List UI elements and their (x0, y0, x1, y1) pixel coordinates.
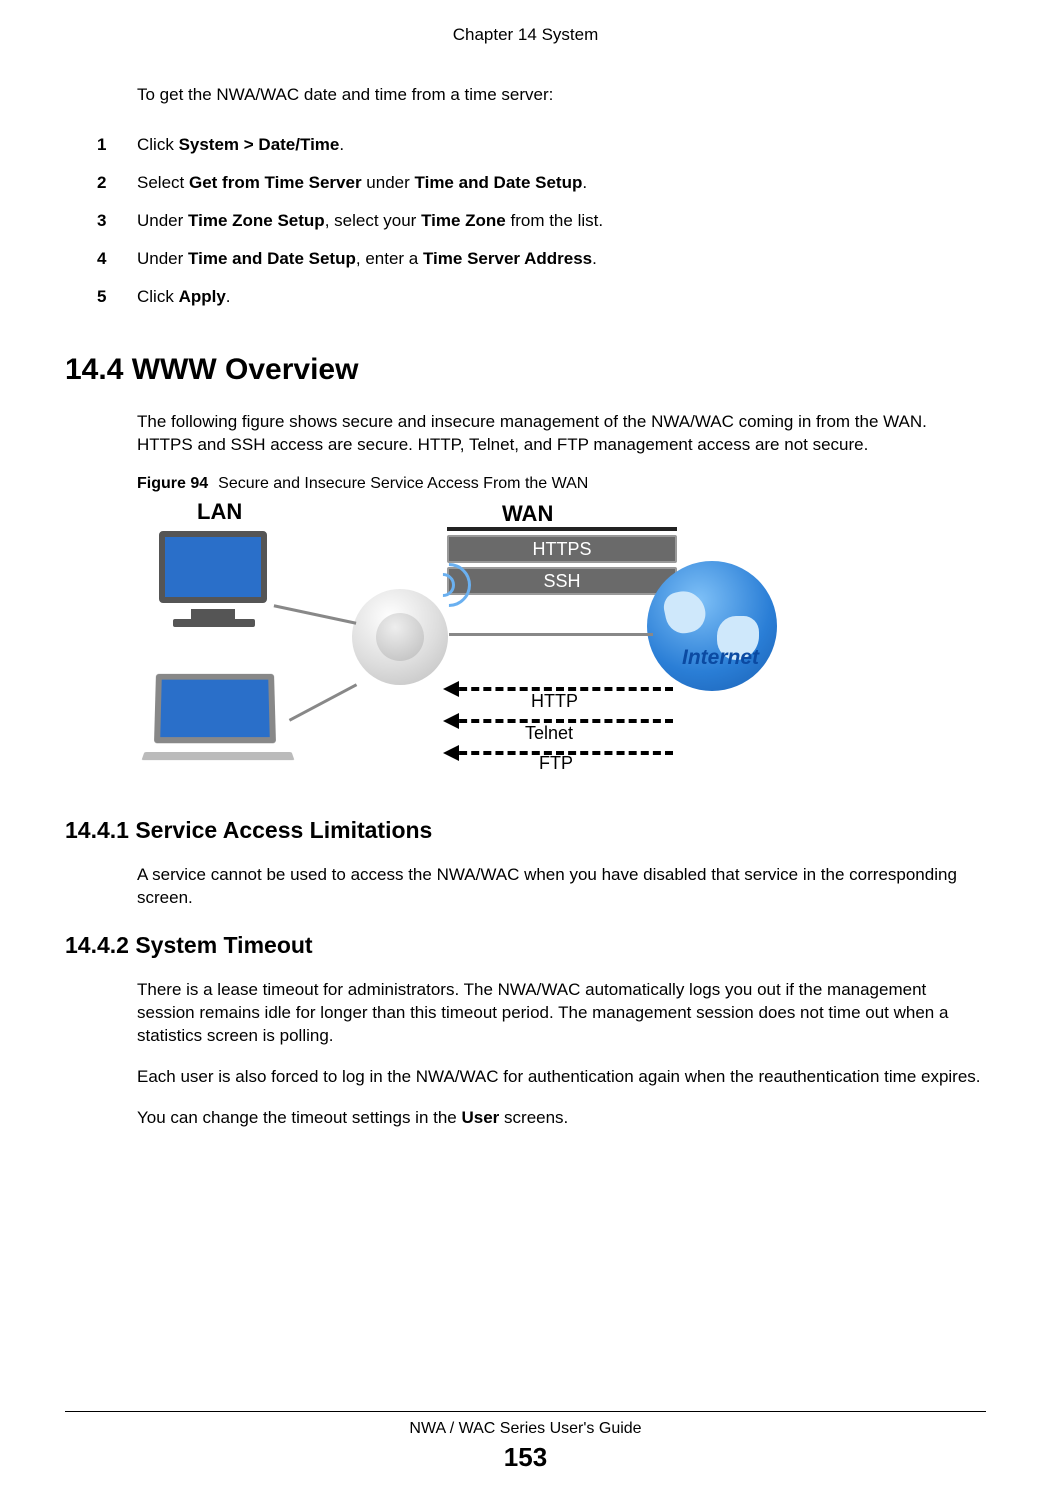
paragraph: You can change the timeout settings in t… (137, 1107, 986, 1130)
text: , enter a (356, 249, 423, 268)
paragraph: The following figure shows secure and in… (137, 411, 986, 457)
connection-line (274, 604, 357, 624)
heading-14-4: 14.4 WWW Overview (65, 353, 986, 387)
telnet-label: Telnet (525, 723, 573, 744)
text: under (362, 173, 415, 192)
intro-text: To get the NWA/WAC date and time from a … (137, 85, 986, 105)
chapter-header: Chapter 14 System (65, 25, 986, 45)
figure-94: LAN WAN HTTPS SSH Internet HTTP Telnet F… (137, 501, 777, 781)
footer-rule (65, 1411, 986, 1412)
step-number: 5 (97, 287, 137, 307)
step-5: 5 Click Apply. (97, 287, 986, 307)
step-number: 4 (97, 249, 137, 269)
wan-divider (447, 527, 677, 531)
connection-line (289, 683, 358, 721)
http-label: HTTP (531, 691, 578, 712)
bold-text: User (462, 1108, 500, 1127)
bold-text: Time and Date Setup (188, 249, 356, 268)
bold-text: Apply (179, 287, 226, 306)
internet-label: Internet (682, 646, 759, 670)
text: screens. (499, 1108, 568, 1127)
text: . (582, 173, 587, 192)
footer-title: NWA / WAC Series User's Guide (0, 1420, 1051, 1438)
step-1: 1 Click System > Date/Time. (97, 135, 986, 155)
desktop-monitor-icon (191, 609, 235, 619)
laptop-icon (142, 752, 295, 760)
wan-label: WAN (502, 501, 553, 527)
text: . (226, 287, 231, 306)
text: Select (137, 173, 189, 192)
step-number: 3 (97, 211, 137, 231)
paragraph: Each user is also forced to log in the N… (137, 1066, 986, 1089)
footer-page-number: 153 (0, 1442, 1051, 1473)
page-footer: NWA / WAC Series User's Guide 153 (0, 1411, 1051, 1473)
desktop-monitor-icon (159, 531, 267, 603)
step-2: 2 Select Get from Time Server under Time… (97, 173, 986, 193)
figure-caption: Figure 94 Secure and Insecure Service Acc… (137, 475, 986, 493)
laptop-icon (154, 674, 276, 743)
step-text: Click Apply. (137, 287, 986, 307)
bold-text: Time Zone Setup (188, 211, 325, 230)
step-3: 3 Under Time Zone Setup, select your Tim… (97, 211, 986, 231)
bold-text: Time and Date Setup (415, 173, 583, 192)
step-text: Under Time Zone Setup, select your Time … (137, 211, 986, 231)
step-4: 4 Under Time and Date Setup, enter a Tim… (97, 249, 986, 269)
bold-text: Time Zone (421, 211, 506, 230)
step-number: 1 (97, 135, 137, 155)
text: from the list. (506, 211, 603, 230)
step-text: Under Time and Date Setup, enter a Time … (137, 249, 986, 269)
text: , select your (325, 211, 421, 230)
text: . (592, 249, 597, 268)
https-bar: HTTPS (447, 535, 677, 563)
figure-label: Figure 94 (137, 475, 208, 492)
ssh-bar: SSH (447, 567, 677, 595)
heading-14-4-2: 14.4.2 System Timeout (65, 932, 986, 959)
text: . (339, 135, 344, 154)
text: You can change the timeout settings in t… (137, 1108, 462, 1127)
ftp-label: FTP (539, 753, 573, 774)
desktop-monitor-icon (173, 619, 255, 627)
steps-list: 1 Click System > Date/Time. 2 Select Get… (97, 135, 986, 307)
connection-line (449, 633, 653, 636)
figure-title: Secure and Insecure Service Access From … (218, 475, 588, 492)
paragraph: There is a lease timeout for administrat… (137, 979, 986, 1048)
router-icon (352, 589, 448, 685)
step-text: Click System > Date/Time. (137, 135, 986, 155)
text: Under (137, 249, 188, 268)
step-number: 2 (97, 173, 137, 193)
lan-label: LAN (197, 499, 242, 525)
paragraph: A service cannot be used to access the N… (137, 864, 986, 910)
text: Click (137, 287, 179, 306)
bold-text: Get from Time Server (189, 173, 362, 192)
step-text: Select Get from Time Server under Time a… (137, 173, 986, 193)
heading-14-4-1: 14.4.1 Service Access Limitations (65, 817, 986, 844)
bold-text: Time Server Address (423, 249, 592, 268)
text: Under (137, 211, 188, 230)
bold-text: System > Date/Time (179, 135, 340, 154)
globe-icon (647, 561, 777, 691)
text: Click (137, 135, 179, 154)
